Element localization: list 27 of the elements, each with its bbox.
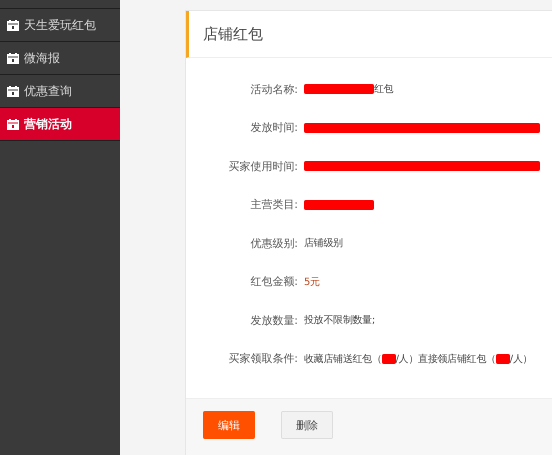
field-label: 活动名称:: [249, 82, 299, 97]
field-label: 买家领取条件:: [227, 351, 299, 366]
field-label: 红包金额:: [249, 274, 299, 290]
redaction-mark: [304, 200, 374, 210]
field-value: 5元: [304, 276, 320, 289]
calendar-icon: [7, 118, 19, 130]
calendar-icon: [7, 20, 19, 30]
calendar-icon: [7, 52, 19, 64]
sidebar-item[interactable]: 营销活动: [0, 108, 120, 141]
redaction-mark: [304, 84, 374, 94]
calendar-icon: [7, 86, 19, 96]
redaction-mark: [496, 354, 510, 364]
field-label: 买家使用时间:: [227, 158, 299, 174]
field-value: 店铺级别: [304, 236, 343, 250]
field-label: 发放数量:: [249, 312, 299, 328]
field-value: 收藏店铺送红包（: [304, 352, 382, 366]
field-value: 直接领店铺红包（: [418, 352, 496, 366]
delete-button[interactable]: 删除: [281, 411, 333, 439]
field-label: 优惠级别:: [249, 236, 299, 251]
field-value: 投放不限制数量;: [304, 314, 375, 328]
sidebar-item[interactable]: 微海报: [0, 42, 120, 75]
redaction-mark: [382, 354, 396, 364]
field-value: 红包: [374, 83, 394, 96]
sidebar-item[interactable]: 天生爱玩红包: [0, 9, 120, 42]
panel-title: 店铺红包: [186, 11, 552, 58]
field-label: 发放时间:: [249, 120, 299, 136]
field-label: 主营类目:: [249, 197, 299, 212]
